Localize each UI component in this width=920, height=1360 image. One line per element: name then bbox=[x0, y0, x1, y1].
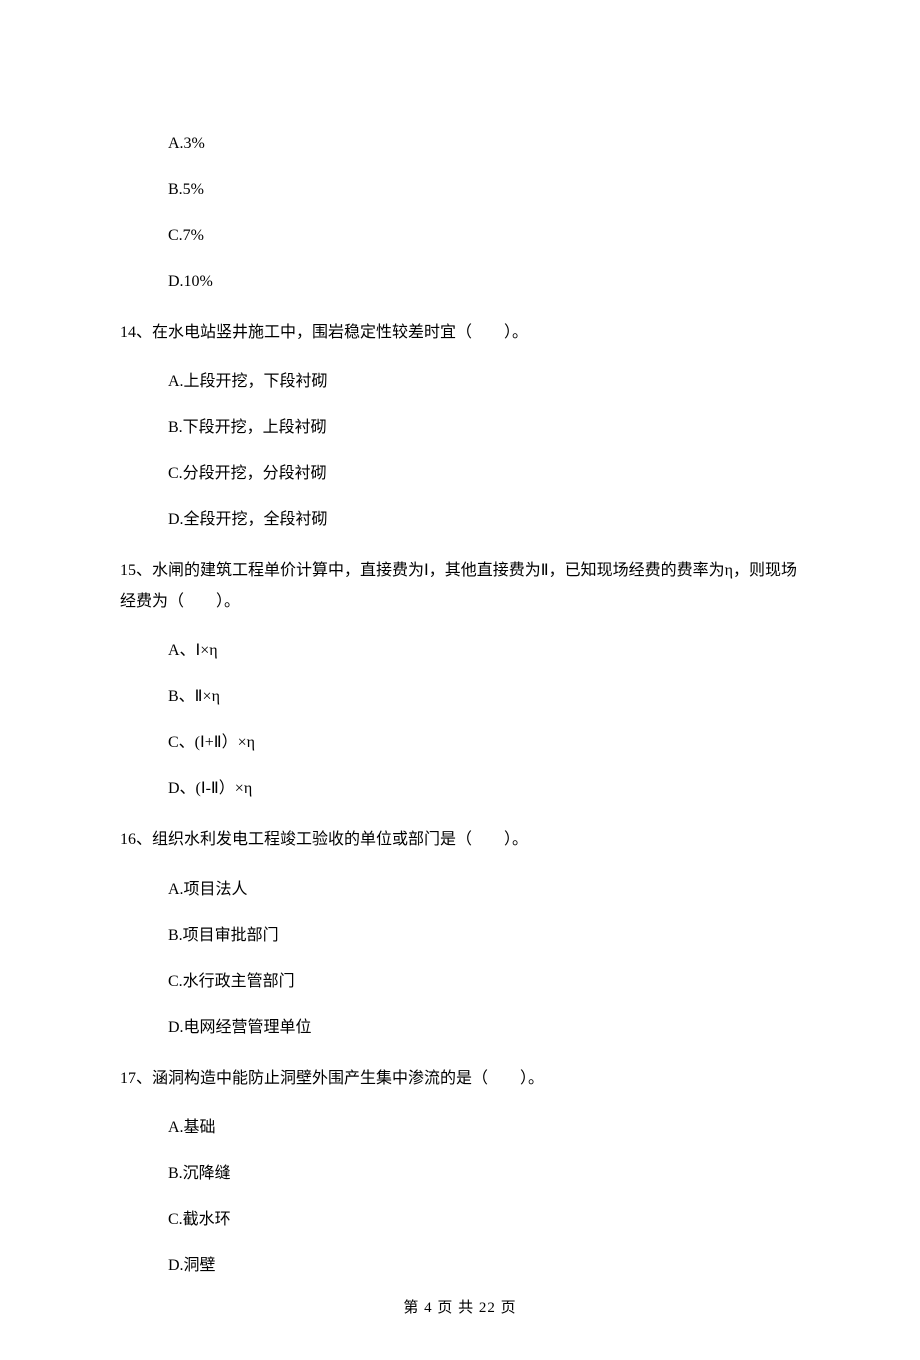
q14-option-a: A.上段开挖，下段衬砌 bbox=[168, 370, 810, 394]
q15-option-c: C、(Ⅰ+Ⅱ）×η bbox=[168, 731, 810, 755]
q15-stem: 15、水闸的建筑工程单价计算中，直接费为Ⅰ，其他直接费为Ⅱ，已知现场经费的费率为… bbox=[120, 556, 810, 617]
q16-option-b: B.项目审批部门 bbox=[168, 924, 810, 948]
q14-option-b: B.下段开挖，上段衬砌 bbox=[168, 416, 810, 440]
q16-option-d: D.电网经营管理单位 bbox=[168, 1016, 810, 1040]
q13-option-d: D.10% bbox=[168, 270, 810, 294]
q13-option-c: C.7% bbox=[168, 224, 810, 248]
q13-option-b: B.5% bbox=[168, 178, 810, 202]
page: A.3% B.5% C.7% D.10% 14、在水电站竖井施工中，围岩稳定性较… bbox=[0, 0, 920, 1360]
q17-option-a: A.基础 bbox=[168, 1116, 810, 1140]
q16-option-a: A.项目法人 bbox=[168, 878, 810, 902]
q14-stem: 14、在水电站竖井施工中，围岩稳定性较差时宜（ ）。 bbox=[120, 318, 810, 348]
q13-option-a: A.3% bbox=[168, 132, 810, 156]
q17-option-c: C.截水环 bbox=[168, 1208, 810, 1232]
q17-option-d: D.洞壁 bbox=[168, 1254, 810, 1278]
q14-option-d: D.全段开挖，全段衬砌 bbox=[168, 508, 810, 532]
q17-stem: 17、涵洞构造中能防止洞壁外围产生集中渗流的是（ ）。 bbox=[120, 1064, 810, 1094]
q15-option-b: B、Ⅱ×η bbox=[168, 685, 810, 709]
q14-option-c: C.分段开挖，分段衬砌 bbox=[168, 462, 810, 486]
page-footer: 第 4 页 共 22 页 bbox=[0, 1297, 920, 1320]
q17-option-b: B.沉降缝 bbox=[168, 1162, 810, 1186]
q16-stem: 16、组织水利发电工程竣工验收的单位或部门是（ ）。 bbox=[120, 825, 810, 855]
q15-option-d: D、(Ⅰ-Ⅱ）×η bbox=[168, 777, 810, 801]
q15-option-a: A、Ⅰ×η bbox=[168, 639, 810, 663]
q16-option-c: C.水行政主管部门 bbox=[168, 970, 810, 994]
